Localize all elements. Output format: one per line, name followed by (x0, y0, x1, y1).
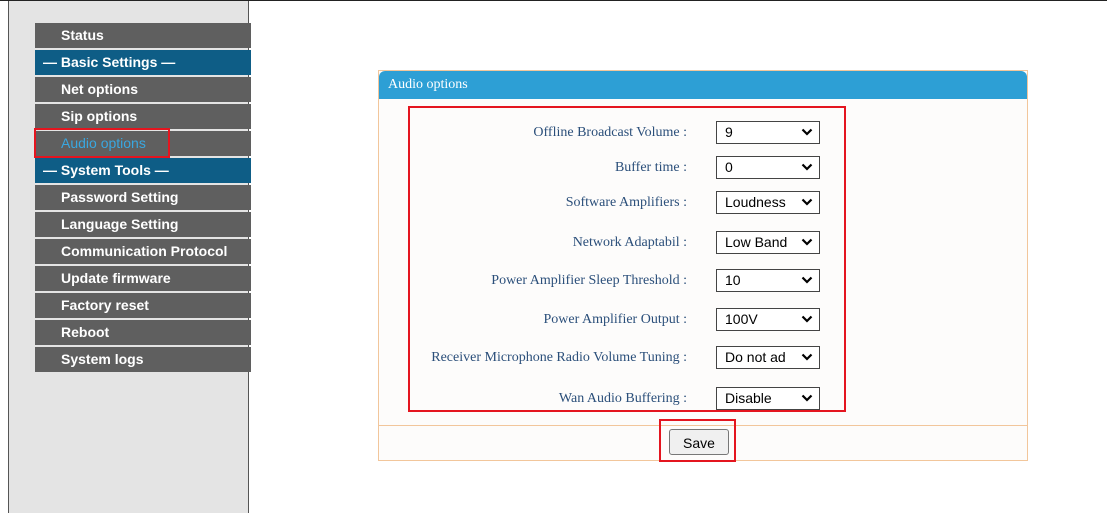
network-adaptabil-label: Network Adaptabil : (572, 235, 687, 250)
sidebar-item-audio-options[interactable]: Audio options (35, 131, 251, 156)
offline-broadcast-volume-select[interactable]: 9 (716, 121, 820, 144)
audio-options-panel: Audio options Offline Broadcast Volume :… (378, 70, 1028, 461)
form-row-buffer-time: Buffer time : 0 (379, 156, 1027, 182)
software-amplifiers-label: Software Amplifiers : (565, 195, 687, 210)
page: Status — Basic Settings — Net options Si… (0, 0, 1107, 513)
receiver-microphone-radio-volume-tuning-select[interactable]: Do not ad (716, 346, 820, 369)
power-amplifier-sleep-threshold-select[interactable]: 10 (716, 269, 820, 292)
sidebar-item-reboot[interactable]: Reboot (35, 320, 251, 345)
power-amplifier-sleep-threshold-label: Power Amplifier Sleep Threshold : (491, 273, 687, 288)
sidebar: Status — Basic Settings — Net options Si… (8, 1, 251, 513)
power-amplifier-output-value: 100V (725, 311, 758, 327)
network-adaptabil-value: Low Band (725, 234, 788, 250)
power-amplifier-sleep-threshold-value: 10 (725, 272, 741, 288)
software-amplifiers-select[interactable]: Loudness (716, 191, 820, 214)
power-amplifier-output-select[interactable]: 100V (716, 308, 820, 331)
chevron-down-icon (801, 276, 813, 284)
sidebar-item-factory-reset[interactable]: Factory reset (35, 293, 251, 318)
offline-broadcast-volume-label: Offline Broadcast Volume : (533, 125, 687, 140)
network-adaptabil-select[interactable]: Low Band (716, 231, 820, 254)
sidebar-section-basic-settings[interactable]: — Basic Settings — (35, 50, 251, 75)
sidebar-item-password-setting[interactable]: Password Setting (35, 185, 251, 210)
receiver-microphone-radio-volume-tuning-value: Do not ad (725, 349, 786, 365)
form-row-network-adaptabil: Network Adaptabil : Low Band (379, 231, 1027, 257)
software-amplifiers-value: Loudness (725, 194, 786, 210)
panel-title: Audio options (379, 71, 1027, 99)
form-row-receiver-microphone-radio-volume-tuning: Receiver Microphone Radio Volume Tuning … (379, 346, 1027, 372)
chevron-down-icon (801, 163, 813, 171)
wan-audio-buffering-label: Wan Audio Buffering : (558, 391, 687, 406)
sidebar-item-communication-protocol[interactable]: Communication Protocol (35, 239, 251, 264)
buffer-time-select[interactable]: 0 (716, 156, 820, 179)
offline-broadcast-volume-value: 9 (725, 124, 733, 140)
chevron-down-icon (801, 198, 813, 206)
chevron-down-icon (801, 128, 813, 136)
sidebar-item-net-options[interactable]: Net options (35, 77, 251, 102)
wan-audio-buffering-value: Disable (725, 390, 772, 406)
power-amplifier-output-label: Power Amplifier Output : (543, 312, 688, 327)
sidebar-section-system-tools[interactable]: — System Tools — (35, 158, 251, 183)
chevron-down-icon (801, 353, 813, 361)
wan-audio-buffering-select[interactable]: Disable (716, 387, 820, 410)
chevron-down-icon (801, 238, 813, 246)
sidebar-item-system-logs[interactable]: System logs (35, 347, 251, 372)
sidebar-item-status[interactable]: Status (35, 23, 251, 48)
receiver-microphone-radio-volume-tuning-label: Receiver Microphone Radio Volume Tuning … (431, 350, 687, 365)
form-row-offline-broadcast-volume: Offline Broadcast Volume : 9 (379, 121, 1027, 147)
sidebar-item-update-firmware[interactable]: Update firmware (35, 266, 251, 291)
panel-footer-divider (379, 425, 1027, 426)
save-button[interactable]: Save (669, 429, 729, 455)
form-row-power-amplifier-sleep-threshold: Power Amplifier Sleep Threshold : 10 (379, 269, 1027, 295)
chevron-down-icon (801, 394, 813, 402)
form-row-software-amplifiers: Software Amplifiers : Loudness (379, 191, 1027, 217)
buffer-time-value: 0 (725, 159, 733, 175)
chevron-down-icon (801, 315, 813, 323)
sidebar-item-language-setting[interactable]: Language Setting (35, 212, 251, 237)
form-row-wan-audio-buffering: Wan Audio Buffering : Disable (379, 387, 1027, 413)
sidebar-item-sip-options[interactable]: Sip options (35, 104, 251, 129)
form-row-power-amplifier-output: Power Amplifier Output : 100V (379, 308, 1027, 334)
sidebar-nav: Status — Basic Settings — Net options Si… (35, 23, 251, 374)
buffer-time-label: Buffer time : (614, 160, 687, 175)
